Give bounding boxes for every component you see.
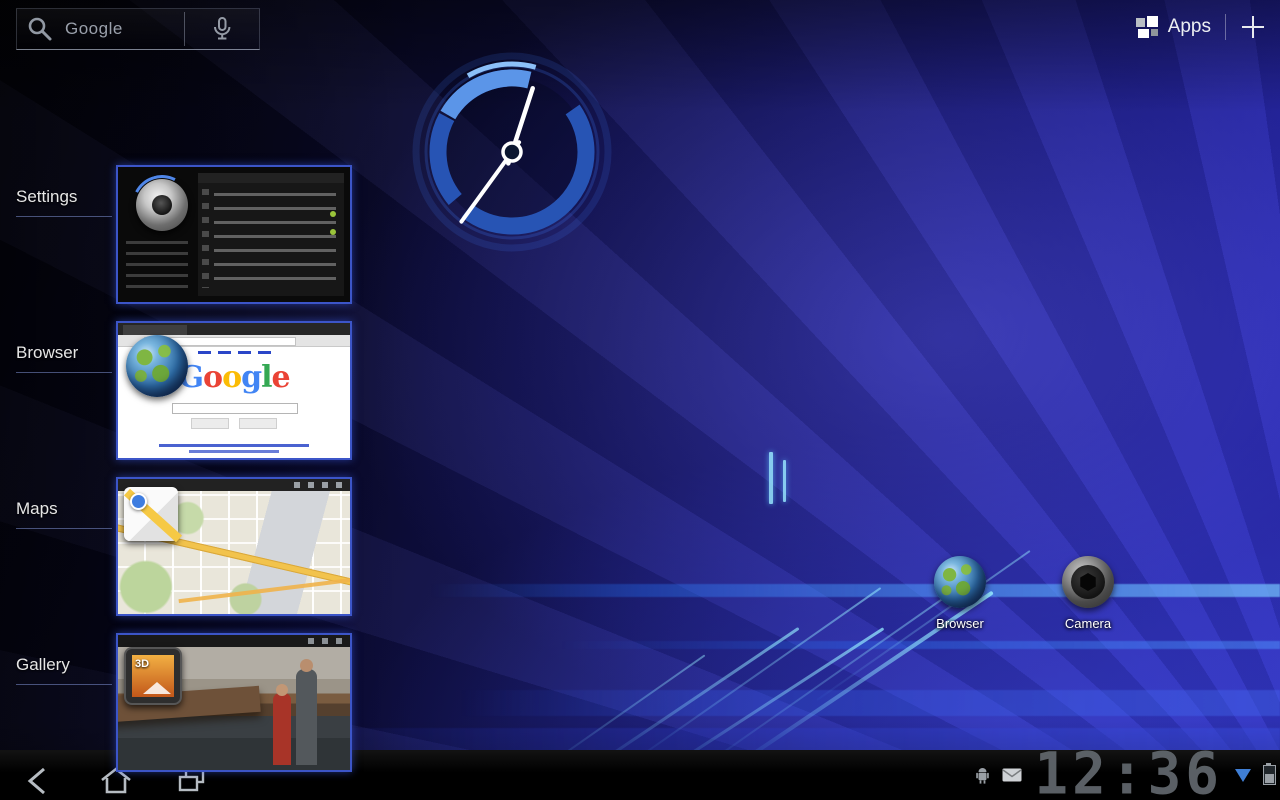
analog-clock-widget[interactable] [412, 52, 612, 252]
email-notification-icon [1002, 768, 1022, 782]
settings-thumb-menu [126, 241, 188, 293]
recent-app-label-settings[interactable]: Settings [16, 187, 112, 217]
shortcut-browser[interactable]: Browser [924, 556, 996, 631]
apps-button[interactable]: Apps [1136, 16, 1211, 38]
maps-app-icon [124, 487, 178, 541]
clock-center-cap [503, 143, 521, 161]
camera-lens-icon [1062, 556, 1114, 608]
recent-app-thumbnail-browser[interactable]: Google [116, 321, 352, 460]
apps-label: Apps [1168, 16, 1211, 38]
gallery-3d-badge: 3D [135, 658, 149, 670]
top-right-corner: Apps [1136, 8, 1266, 46]
recent-app-label-browser[interactable]: Browser [16, 343, 112, 373]
recent-app-label-maps[interactable]: Maps [16, 499, 112, 529]
gallery-app-icon: 3D [124, 647, 182, 705]
system-clock[interactable]: 12:36 [1034, 749, 1223, 800]
shortcut-browser-label: Browser [936, 616, 984, 631]
shortcut-camera[interactable]: Camera [1052, 556, 1124, 631]
settings-green-dot [330, 229, 336, 235]
settings-app-icon [136, 179, 188, 231]
settings-dial-arc [124, 167, 200, 243]
settings-green-dot [330, 211, 336, 217]
browser-app-icon [126, 335, 188, 397]
shortcut-camera-label: Camera [1065, 616, 1111, 631]
apps-grid-icon [1136, 16, 1158, 38]
usb-debugging-icon [975, 767, 990, 784]
recent-app-thumbnail-gallery[interactable]: 3D [116, 633, 352, 772]
settings-thumb-content [198, 173, 344, 296]
status-tray[interactable]: 12:36 [975, 750, 1276, 800]
recent-app-label-gallery[interactable]: Gallery [16, 655, 112, 685]
recent-apps-panel: Settings Browser Google [0, 0, 360, 800]
network-signal-icon [1235, 769, 1251, 782]
analog-clock-face [412, 52, 612, 252]
photo-person [296, 669, 317, 765]
battery-icon [1263, 765, 1276, 785]
add-widget-plus-icon[interactable] [1240, 14, 1266, 40]
corner-divider [1225, 14, 1226, 40]
gallery-thumb-actionbar [118, 635, 350, 647]
honeycomb-home-screen: Browser Camera Google [0, 0, 1280, 800]
browser-globe-icon [934, 556, 986, 608]
recent-app-thumbnail-settings[interactable] [116, 165, 352, 304]
recent-app-thumbnail-maps[interactable] [116, 477, 352, 616]
photo-person [273, 693, 291, 765]
